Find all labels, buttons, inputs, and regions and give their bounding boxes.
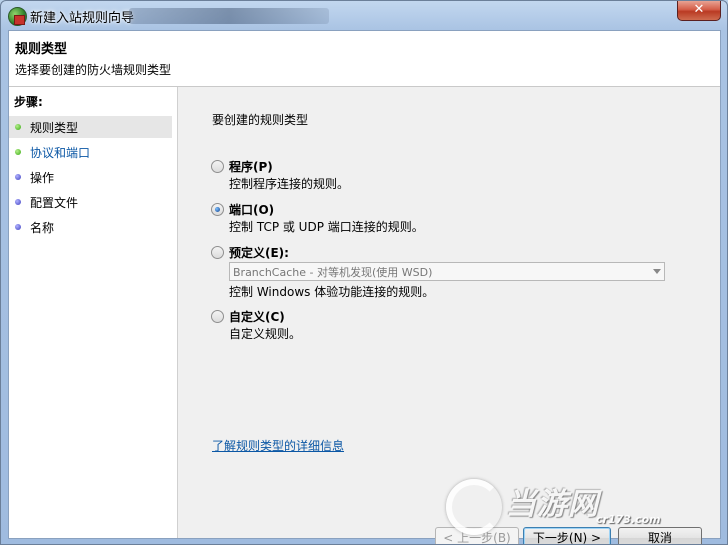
rule-type-prompt: 要创建的规则类型	[212, 113, 309, 127]
step-status-icon	[15, 199, 21, 205]
step-status-icon	[15, 174, 21, 180]
step-status-icon	[15, 149, 21, 155]
wizard-window: 新建入站规则向导 ✕ 规则类型 选择要创建的防火墙规则类型 步骤: 规则类型 协…	[0, 0, 728, 545]
close-button[interactable]: ✕	[677, 1, 721, 21]
step-action: 操作	[9, 166, 172, 188]
firewall-icon	[8, 7, 27, 26]
step-rule-type: 规则类型	[9, 116, 172, 138]
wizard-body: 规则类型 选择要创建的防火墙规则类型 步骤: 规则类型 协议和端口 操作 配置文…	[8, 30, 721, 544]
step-label: 配置文件	[30, 196, 79, 210]
steps-panel: 步骤: 规则类型 协议和端口 操作 配置文件 名称	[9, 87, 178, 538]
step-protocol-ports[interactable]: 协议和端口	[9, 141, 172, 163]
step-label: 名称	[30, 221, 55, 235]
cancel-button[interactable]: 取消	[618, 527, 702, 544]
predefined-option-description: 控制 Windows 体验功能连接的规则。	[229, 285, 435, 299]
program-option-description: 控制程序连接的规则。	[229, 177, 350, 191]
step-status-icon	[15, 124, 21, 130]
page-header: 规则类型 选择要创建的防火墙规则类型	[9, 31, 720, 87]
back-button[interactable]: < 上一步(B)	[435, 527, 519, 544]
port-option-description: 控制 TCP 或 UDP 端口连接的规则。	[229, 220, 424, 234]
step-label: 操作	[30, 171, 55, 185]
port-radio[interactable]	[211, 203, 224, 216]
program-radio[interactable]	[211, 160, 224, 173]
next-button[interactable]: 下一步(N) >	[523, 527, 611, 544]
custom-option-label[interactable]: 自定义(C)	[229, 308, 285, 325]
step-label: 规则类型	[30, 121, 79, 135]
page-title: 规则类型	[15, 42, 68, 57]
predefined-rule-value: BranchCache - 对等机发现(使用 WSD)	[233, 266, 433, 279]
predefined-rule-select[interactable]: BranchCache - 对等机发现(使用 WSD)	[229, 262, 665, 281]
port-option-label[interactable]: 端口(O)	[229, 201, 274, 218]
step-status-icon	[15, 224, 21, 230]
step-label[interactable]: 协议和端口	[30, 144, 90, 161]
page-subtitle: 选择要创建的防火墙规则类型	[15, 63, 172, 77]
custom-option-description: 自定义规则。	[229, 327, 302, 341]
custom-radio[interactable]	[211, 310, 224, 323]
title-bar: 新建入站规则向导 ✕	[1, 1, 727, 29]
blurred-title-region	[129, 8, 329, 24]
chevron-down-icon[interactable]	[653, 269, 661, 274]
window-title: 新建入站规则向导	[30, 11, 135, 26]
predefined-radio[interactable]	[211, 246, 224, 259]
steps-heading: 步骤:	[14, 95, 43, 109]
step-name: 名称	[9, 216, 172, 238]
learn-more-link[interactable]: 了解规则类型的详细信息	[212, 437, 344, 454]
predefined-option-label[interactable]: 预定义(E):	[229, 244, 289, 261]
main-panel: 要创建的规则类型 程序(P) 控制程序连接的规则。 端口(O) 控制 TCP 或…	[178, 87, 720, 544]
step-profile: 配置文件	[9, 191, 172, 213]
program-option-label[interactable]: 程序(P)	[229, 158, 273, 175]
